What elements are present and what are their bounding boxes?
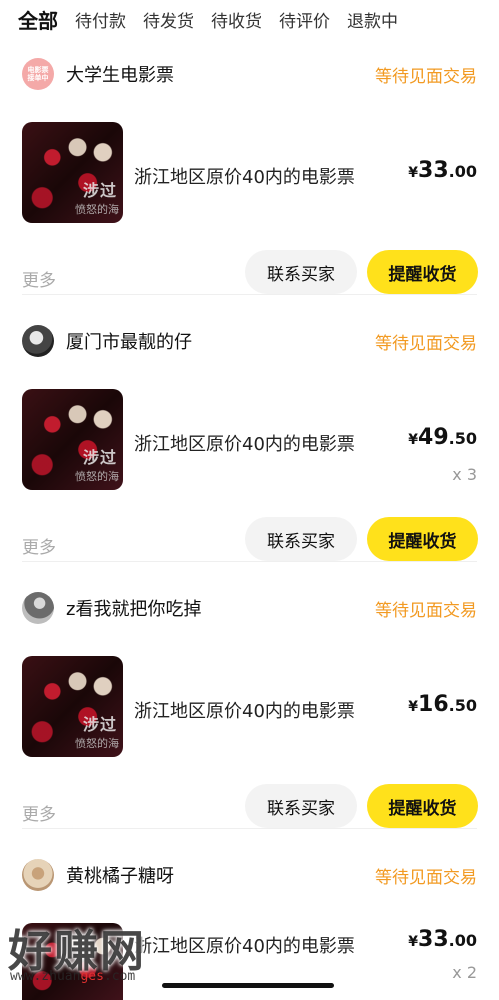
poster-title: 涉过 xyxy=(82,448,117,467)
status-label: 等待见面交易 xyxy=(375,868,477,888)
quantity: x 2 xyxy=(452,963,477,982)
poster-title: 涉过 xyxy=(82,715,117,734)
divider xyxy=(22,828,477,829)
price-integer: 33 xyxy=(418,158,449,183)
product-title[interactable]: 浙江地区原价40内的电影票 xyxy=(134,430,355,456)
avatar[interactable] xyxy=(22,592,54,624)
order-status-tabs: 全部 待付款 待发货 待收货 待评价 退款中 xyxy=(0,0,499,38)
tab-all[interactable]: 全部 xyxy=(18,5,58,34)
seller-name[interactable]: z看我就把你吃掉 xyxy=(66,595,201,621)
price: ¥49.50 xyxy=(408,425,477,450)
order-card[interactable]: 厦门市最靓的仔 等待见面交易 涉过 愤怒的海 浙江地区原价40内的电影票 ¥49… xyxy=(0,305,499,572)
price: ¥16.50 xyxy=(408,692,477,717)
poster-subtitle: 愤怒的海 xyxy=(75,203,119,216)
product-title[interactable]: 浙江地区原价40内的电影票 xyxy=(134,697,355,723)
tab-refunding[interactable]: 退款中 xyxy=(347,7,398,32)
product-title[interactable]: 浙江地区原价40内的电影票 xyxy=(134,932,355,958)
home-indicator[interactable] xyxy=(162,983,334,988)
seller-info[interactable]: 厦门市最靓的仔 xyxy=(22,325,192,357)
more-link[interactable]: 更多 xyxy=(22,266,56,291)
price-currency: ¥ xyxy=(408,699,419,715)
tab-pending-review[interactable]: 待评价 xyxy=(279,7,330,32)
price-integer: 33 xyxy=(418,927,449,952)
status-label: 等待见面交易 xyxy=(375,601,477,621)
order-card[interactable]: 电影票 接单中 大学生电影票 等待见面交易 涉过 愤怒的海 浙江地区原价40内的… xyxy=(0,38,499,305)
quantity: x 3 xyxy=(452,465,477,484)
order-card[interactable]: z看我就把你吃掉 等待见面交易 涉过 愤怒的海 浙江地区原价40内的电影票 ¥1… xyxy=(0,572,499,839)
avatar[interactable] xyxy=(22,859,54,891)
poster-subtitle: 愤怒的海 xyxy=(75,470,119,483)
avatar[interactable]: 电影票 接单中 xyxy=(22,58,54,90)
seller-info[interactable]: 黄桃橘子糖呀 xyxy=(22,859,174,891)
remind-receipt-button[interactable]: 提醒收货 xyxy=(367,250,478,294)
avatar-text: 电影票 接单中 xyxy=(27,66,49,82)
product-thumbnail[interactable]: 涉过 愤怒的海 xyxy=(22,389,123,490)
price-integer: 16 xyxy=(418,692,449,717)
divider xyxy=(22,561,477,562)
poster-title: 涉过 xyxy=(82,181,117,200)
price-decimal: .50 xyxy=(448,696,477,715)
price-decimal: .00 xyxy=(448,162,477,181)
price-decimal: .50 xyxy=(448,429,477,448)
price-currency: ¥ xyxy=(408,432,419,448)
tab-pending-shipment[interactable]: 待发货 xyxy=(143,7,194,32)
seller-name[interactable]: 黄桃橘子糖呀 xyxy=(66,862,174,888)
price-integer: 49 xyxy=(418,425,449,450)
contact-buyer-button[interactable]: 联系买家 xyxy=(245,784,357,828)
product-thumbnail[interactable]: 涉过 愤怒的海 xyxy=(22,656,123,757)
status-label: 等待见面交易 xyxy=(375,334,477,354)
seller-info[interactable]: 电影票 接单中 大学生电影票 xyxy=(22,58,174,90)
more-link[interactable]: 更多 xyxy=(22,800,56,825)
remind-receipt-button[interactable]: 提醒收货 xyxy=(367,517,478,561)
seller-name[interactable]: 厦门市最靓的仔 xyxy=(66,328,192,354)
status-label: 等待见面交易 xyxy=(375,67,477,87)
price-currency: ¥ xyxy=(408,165,419,181)
price-decimal: .00 xyxy=(448,931,477,950)
price: ¥33.00 xyxy=(408,927,477,952)
tab-pending-receipt[interactable]: 待收货 xyxy=(211,7,262,32)
seller-info[interactable]: z看我就把你吃掉 xyxy=(22,592,201,624)
tab-pending-payment[interactable]: 待付款 xyxy=(75,7,126,32)
product-thumbnail[interactable] xyxy=(22,923,123,1000)
remind-receipt-button[interactable]: 提醒收货 xyxy=(367,784,478,828)
product-thumbnail[interactable]: 涉过 愤怒的海 xyxy=(22,122,123,223)
seller-name[interactable]: 大学生电影票 xyxy=(66,61,174,87)
contact-buyer-button[interactable]: 联系买家 xyxy=(245,517,357,561)
avatar[interactable] xyxy=(22,325,54,357)
poster-subtitle: 愤怒的海 xyxy=(75,737,119,750)
order-card[interactable]: 黄桃橘子糖呀 等待见面交易 浙江地区原价40内的电影票 ¥33.00 x 2 xyxy=(0,839,499,1000)
price: ¥33.00 xyxy=(408,158,477,183)
contact-buyer-button[interactable]: 联系买家 xyxy=(245,250,357,294)
more-link[interactable]: 更多 xyxy=(22,533,56,558)
price-currency: ¥ xyxy=(408,934,419,950)
divider xyxy=(22,294,477,295)
product-title[interactable]: 浙江地区原价40内的电影票 xyxy=(134,163,355,189)
